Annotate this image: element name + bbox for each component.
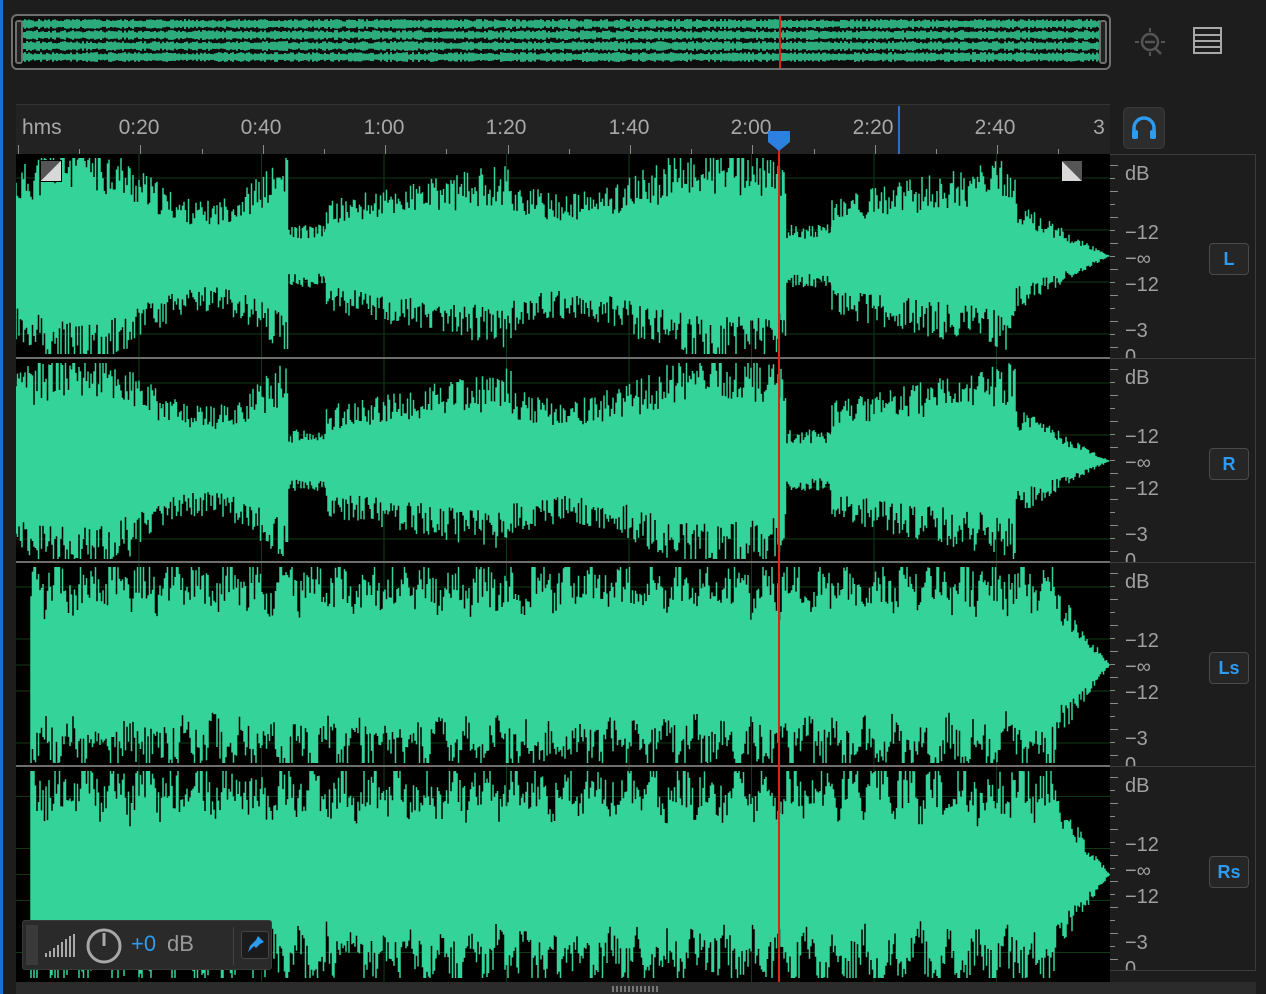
channel-rs-button[interactable]: Rs [1209, 856, 1249, 888]
ruler-label: 1:20 [485, 116, 527, 139]
level-meter-icon [45, 934, 75, 957]
scale-label: −12 [1125, 630, 1159, 652]
channel-r-button[interactable]: R [1209, 448, 1249, 480]
overview-handle-right[interactable] [1099, 20, 1107, 64]
channel-ls-waveform[interactable] [16, 563, 1110, 767]
fade-out-handle[interactable] [1061, 160, 1083, 182]
ruler-unit-label: hms [22, 116, 62, 139]
channel-ls-scale: dB −12 −∞ −12 −3 0 Ls [1110, 562, 1256, 767]
gain-unit: dB [167, 931, 194, 956]
scale-label: −12 [1125, 274, 1159, 296]
ruler-label: 1:40 [608, 116, 650, 139]
scroll-grip[interactable] [612, 986, 658, 992]
scale-label: 0 [1125, 958, 1137, 971]
overview-handle-left[interactable] [15, 20, 23, 64]
scale-label: −3 [1125, 524, 1148, 546]
gain-value[interactable]: +0 [131, 931, 156, 957]
volume-knob-icon[interactable] [85, 927, 123, 965]
pin-icon[interactable] [241, 931, 269, 959]
scale-label: −12 [1125, 426, 1159, 448]
scale-label: −3 [1125, 728, 1148, 750]
channel-l-button[interactable]: L [1209, 243, 1249, 275]
scale-label: −∞ [1125, 860, 1151, 882]
channel-r-scale: dB −12 −∞ −12 −3 0 R [1110, 358, 1256, 563]
scale-label: −∞ [1125, 248, 1151, 270]
playhead-line[interactable] [778, 146, 780, 982]
ruler-label: 0:40 [240, 116, 282, 139]
overview-waveform [21, 16, 1103, 68]
list-view-icon[interactable] [1192, 26, 1224, 56]
scale-label: −∞ [1125, 452, 1151, 474]
channel-l-waveform[interactable] [16, 154, 1110, 358]
scale-label: dB [1125, 163, 1150, 185]
scale-label: −12 [1125, 682, 1159, 704]
ruler-label: 0:20 [118, 116, 160, 139]
scale-label: dB [1125, 571, 1150, 593]
gain-hud[interactable]: +0 dB [22, 920, 272, 970]
channel-rs-scale: dB −12 −∞ −12 −3 0 Rs [1110, 766, 1256, 971]
scale-label: dB [1125, 367, 1150, 389]
ruler-label: 3 [1093, 116, 1105, 139]
scale-label: −12 [1125, 886, 1159, 908]
scale-label: −∞ [1125, 656, 1151, 678]
drag-handle[interactable] [26, 925, 38, 965]
scale-label: dB [1125, 775, 1150, 797]
horizontal-scrollbar[interactable] [16, 982, 1256, 994]
channel-l-scale: dB −12 −∞ −12 −3 0 L [1110, 154, 1256, 359]
fade-in-handle[interactable] [40, 160, 62, 182]
waveform-overview[interactable] [11, 14, 1111, 70]
ruler-label: 1:00 [363, 116, 405, 139]
scale-label: −12 [1125, 834, 1159, 856]
scale-label: −12 [1125, 478, 1159, 500]
playhead-marker[interactable] [767, 130, 791, 152]
channel-ls-button[interactable]: Ls [1209, 652, 1249, 684]
zoom-out-icon[interactable] [1133, 26, 1167, 58]
scale-label: −12 [1125, 222, 1159, 244]
time-ruler[interactable]: hms 0:20 0:40 1:00 1:20 1:40 2:00 2:20 2… [16, 104, 1110, 155]
left-edge-accent [0, 0, 3, 994]
cue-marker-line[interactable] [898, 106, 900, 154]
headphones-icon[interactable] [1123, 107, 1165, 149]
ruler-label: 2:20 [852, 116, 894, 139]
channel-r-waveform[interactable] [16, 359, 1110, 563]
scale-label: −3 [1125, 932, 1148, 954]
hud-divider [233, 927, 234, 965]
scale-label: −3 [1125, 320, 1148, 342]
ruler-label: 2:40 [974, 116, 1016, 139]
ruler-label: 2:00 [730, 116, 772, 139]
